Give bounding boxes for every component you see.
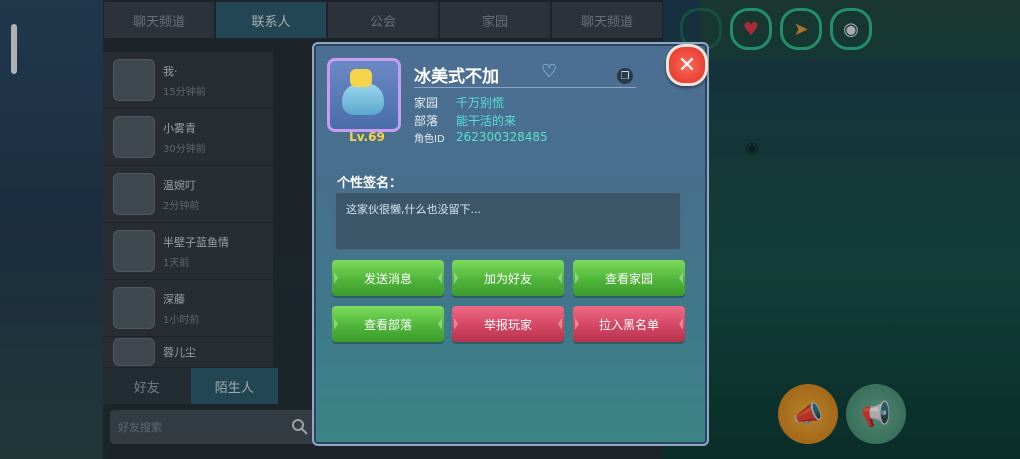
add-friend-button[interactable]: 加为好友 <box>452 260 564 296</box>
tribe-label: 部落 <box>414 114 439 128</box>
add-friend-label: 加为好友 <box>483 271 532 286</box>
blacklist-label: 拉入黑名单 <box>598 317 659 332</box>
player-avatar <box>327 58 401 132</box>
report-player-button[interactable]: 举报玩家 <box>452 306 564 342</box>
close-button[interactable]: ✕ <box>666 44 708 86</box>
signature-text: 这家伙很懒,什么也没留下... <box>346 203 481 216</box>
id-value: 262300328485 <box>456 130 548 144</box>
heart-badge-icon: ♡ <box>541 61 558 82</box>
signature-box: 这家伙很懒,什么也没留下... <box>335 192 681 250</box>
send-message-label: 发送消息 <box>363 271 412 286</box>
view-home-button[interactable]: 查看家园 <box>573 260 685 296</box>
close-icon: ✕ <box>677 52 697 78</box>
id-label: 角色ID <box>414 134 445 145</box>
view-tribe-button[interactable]: 查看部落 <box>332 306 444 342</box>
id-row: 角色ID 262300328485 <box>414 130 548 145</box>
player-level: Lv.69 <box>349 130 385 144</box>
home-label: 家园 <box>414 96 439 110</box>
blacklist-button[interactable]: 拉入黑名单 <box>573 306 685 342</box>
signature-label: 个性签名： <box>337 176 403 191</box>
home-row: 家园 千万别慌 <box>414 94 504 111</box>
view-tribe-label: 查看部落 <box>363 317 412 332</box>
avatar-character <box>342 83 384 115</box>
tribe-value: 能干活的来 <box>456 114 517 128</box>
home-value: 千万别慌 <box>456 96 505 110</box>
view-home-label: 查看家园 <box>604 271 653 286</box>
divider <box>414 87 636 88</box>
report-player-label: 举报玩家 <box>483 317 532 332</box>
avatar-character-head <box>350 69 372 87</box>
send-message-button[interactable]: 发送消息 <box>332 260 444 296</box>
tribe-row: 部落 能干活的来 <box>414 112 516 129</box>
player-name: 冰美式不加 <box>414 67 499 87</box>
copy-icon[interactable]: ❐ <box>617 68 633 84</box>
